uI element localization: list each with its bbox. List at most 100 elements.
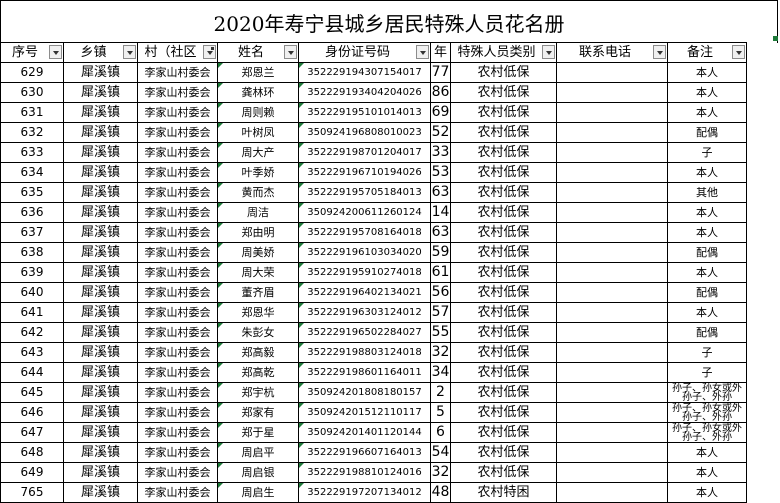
cell-seq[interactable]: 635 xyxy=(0,182,64,203)
cell-village[interactable]: 李家山村委会 xyxy=(137,402,218,423)
cell-id-number[interactable]: 352229198701204017 xyxy=(298,142,431,163)
cell-note[interactable]: 配偶 xyxy=(667,322,747,343)
cell-age[interactable]: 48 xyxy=(430,482,451,503)
filter-dropdown-icon[interactable] xyxy=(542,45,555,59)
cell-category[interactable]: 农村低保 xyxy=(450,422,557,443)
cell-id-number[interactable]: 352229195101014013 xyxy=(298,102,431,123)
cell-town[interactable]: 犀溪镇 xyxy=(63,482,138,503)
cell-age[interactable]: 53 xyxy=(430,162,451,183)
cell-seq[interactable]: 632 xyxy=(0,122,64,143)
cell-category[interactable]: 农村低保 xyxy=(450,362,557,383)
cell-note[interactable]: 本人 xyxy=(667,202,747,223)
cell-seq[interactable]: 765 xyxy=(0,482,64,503)
cell-category[interactable]: 农村特困 xyxy=(450,482,557,503)
cell-age[interactable]: 2 xyxy=(430,382,451,403)
cell-seq[interactable]: 634 xyxy=(0,162,64,183)
cell-town[interactable]: 犀溪镇 xyxy=(63,122,138,143)
cell-age[interactable]: 5 xyxy=(430,402,451,423)
cell-seq[interactable]: 633 xyxy=(0,142,64,163)
cell-village[interactable]: 李家山村委会 xyxy=(137,142,218,163)
cell-id-number[interactable]: 352229195708164018 xyxy=(298,222,431,243)
cell-village[interactable]: 李家山村委会 xyxy=(137,262,218,283)
cell-village[interactable]: 李家山村委会 xyxy=(137,242,218,263)
cell-phone[interactable] xyxy=(556,222,668,243)
cell-age[interactable]: 32 xyxy=(430,342,451,363)
cell-category[interactable]: 农村低保 xyxy=(450,222,557,243)
cell-village[interactable]: 李家山村委会 xyxy=(137,362,218,383)
cell-village[interactable]: 李家山村委会 xyxy=(137,162,218,183)
cell-name[interactable]: 郑于星 xyxy=(217,422,299,443)
cell-category[interactable]: 农村低保 xyxy=(450,342,557,363)
cell-category[interactable]: 农村低保 xyxy=(450,122,557,143)
cell-phone[interactable] xyxy=(556,62,668,83)
cell-id-number[interactable]: 352229194307154017 xyxy=(298,62,431,83)
cell-town[interactable]: 犀溪镇 xyxy=(63,382,138,403)
cell-note[interactable]: 本人 xyxy=(667,222,747,243)
cell-town[interactable]: 犀溪镇 xyxy=(63,362,138,383)
header-id[interactable]: 身份证号码 xyxy=(298,42,431,63)
cell-village[interactable]: 李家山村委会 xyxy=(137,62,218,83)
filter-dropdown-icon[interactable] xyxy=(732,45,745,59)
cell-note[interactable]: 本人 xyxy=(667,262,747,283)
cell-seq[interactable]: 646 xyxy=(0,402,64,423)
cell-name[interactable]: 周美娇 xyxy=(217,242,299,263)
cell-category[interactable]: 农村低保 xyxy=(450,302,557,323)
cell-category[interactable]: 农村低保 xyxy=(450,62,557,83)
cell-id-number[interactable]: 350924201512110117 xyxy=(298,402,431,423)
cell-id-number[interactable]: 352229193404204026 xyxy=(298,82,431,103)
cell-name[interactable]: 朱彭女 xyxy=(217,322,299,343)
cell-phone[interactable] xyxy=(556,302,668,323)
cell-note[interactable]: 本人 xyxy=(667,162,747,183)
cell-name[interactable]: 周洁 xyxy=(217,202,299,223)
cell-town[interactable]: 犀溪镇 xyxy=(63,222,138,243)
cell-note[interactable]: 本人 xyxy=(667,62,747,83)
header-seq[interactable]: 序号 xyxy=(0,42,64,63)
cell-note[interactable]: 子 xyxy=(667,142,747,163)
cell-category[interactable]: 农村低保 xyxy=(450,162,557,183)
filter-dropdown-icon[interactable] xyxy=(123,45,136,59)
cell-town[interactable]: 犀溪镇 xyxy=(63,142,138,163)
cell-id-number[interactable]: 350924196808010023 xyxy=(298,122,431,143)
cell-age[interactable]: 55 xyxy=(430,322,451,343)
cell-age[interactable]: 86 xyxy=(430,82,451,103)
cell-seq[interactable]: 629 xyxy=(0,62,64,83)
cell-age[interactable]: 33 xyxy=(430,142,451,163)
cell-village[interactable]: 李家山村委会 xyxy=(137,322,218,343)
cell-id-number[interactable]: 352229196607164013 xyxy=(298,442,431,463)
cell-seq[interactable]: 631 xyxy=(0,102,64,123)
cell-category[interactable]: 农村低保 xyxy=(450,202,557,223)
cell-village[interactable]: 李家山村委会 xyxy=(137,122,218,143)
cell-phone[interactable] xyxy=(556,82,668,103)
cell-phone[interactable] xyxy=(556,362,668,383)
cell-phone[interactable] xyxy=(556,202,668,223)
cell-name[interactable]: 郑高乾 xyxy=(217,362,299,383)
cell-seq[interactable]: 630 xyxy=(0,82,64,103)
filter-dropdown-icon[interactable] xyxy=(653,45,666,59)
cell-name[interactable]: 黄而杰 xyxy=(217,182,299,203)
cell-seq[interactable]: 649 xyxy=(0,462,64,483)
cell-id-number[interactable]: 352229196502284027 xyxy=(298,322,431,343)
cell-note[interactable]: 孙子、孙女或外孙子、外孙 xyxy=(667,382,747,403)
cell-town[interactable]: 犀溪镇 xyxy=(63,322,138,343)
cell-name[interactable]: 郑家有 xyxy=(217,402,299,423)
cell-age[interactable]: 77 xyxy=(430,62,451,83)
cell-age[interactable]: 54 xyxy=(430,442,451,463)
cell-id-number[interactable]: 352229197207134012 xyxy=(298,482,431,503)
cell-category[interactable]: 农村低保 xyxy=(450,442,557,463)
cell-name[interactable]: 周则赖 xyxy=(217,102,299,123)
cell-name[interactable]: 郑恩华 xyxy=(217,302,299,323)
cell-village[interactable]: 李家山村委会 xyxy=(137,482,218,503)
cell-seq[interactable]: 642 xyxy=(0,322,64,343)
cell-note[interactable]: 配偶 xyxy=(667,282,747,303)
cell-phone[interactable] xyxy=(556,102,668,123)
cell-note[interactable]: 子 xyxy=(667,362,747,383)
cell-town[interactable]: 犀溪镇 xyxy=(63,422,138,443)
cell-name[interactable]: 郑恩兰 xyxy=(217,62,299,83)
cell-note[interactable]: 子 xyxy=(667,342,747,363)
cell-town[interactable]: 犀溪镇 xyxy=(63,442,138,463)
cell-category[interactable]: 农村低保 xyxy=(450,242,557,263)
cell-town[interactable]: 犀溪镇 xyxy=(63,462,138,483)
cell-note[interactable]: 本人 xyxy=(667,82,747,103)
cell-category[interactable]: 农村低保 xyxy=(450,282,557,303)
cell-seq[interactable]: 639 xyxy=(0,262,64,283)
